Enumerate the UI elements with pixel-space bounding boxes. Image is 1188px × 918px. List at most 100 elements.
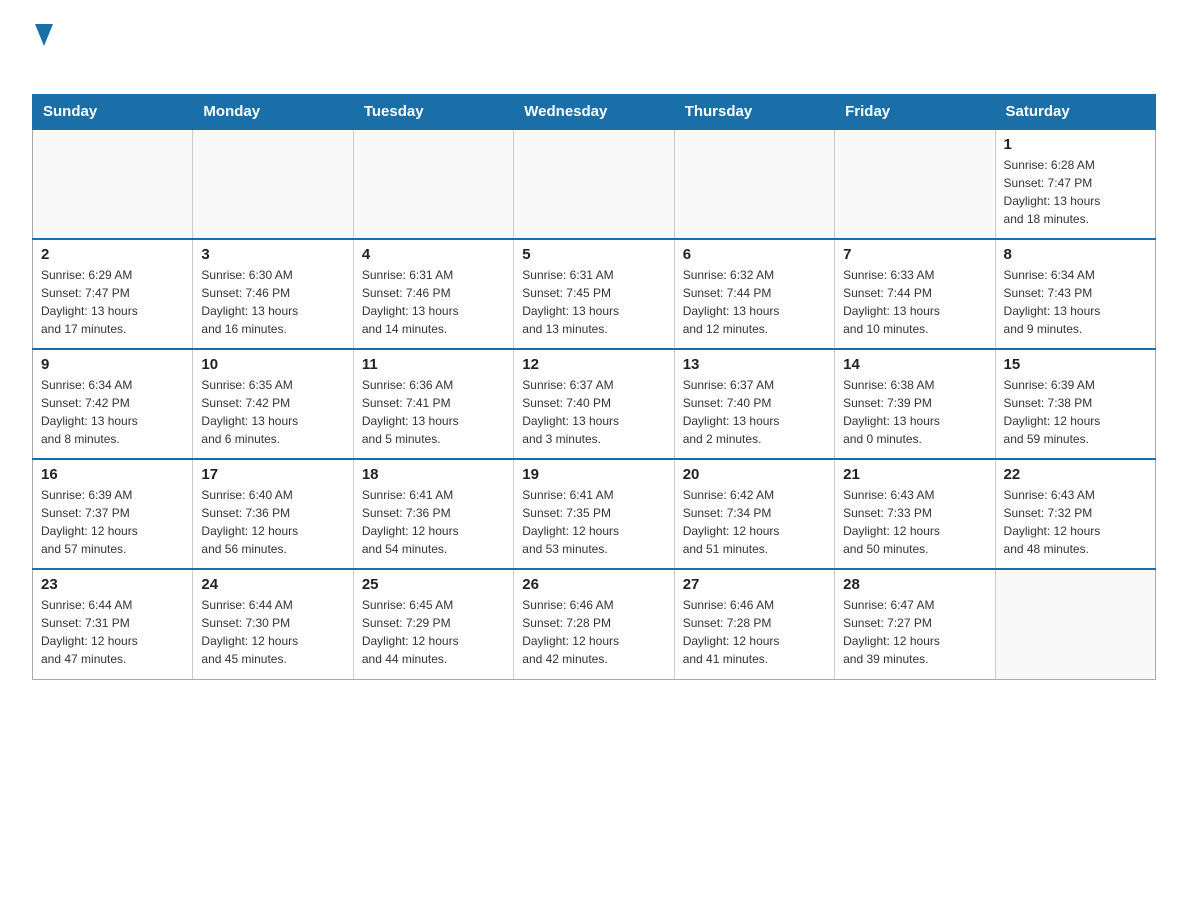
day-info: Sunrise: 6:28 AMSunset: 7:47 PMDaylight:… xyxy=(1004,156,1147,228)
calendar-cell: 5 Sunrise: 6:31 AMSunset: 7:45 PMDaylight… xyxy=(514,239,674,349)
day-info: Sunrise: 6:45 AMSunset: 7:29 PMDaylight:… xyxy=(362,596,505,668)
calendar-cell: 28 Sunrise: 6:47 AMSunset: 7:27 PMDayligh… xyxy=(835,569,995,679)
day-info: Sunrise: 6:41 AMSunset: 7:36 PMDaylight:… xyxy=(362,486,505,558)
day-info: Sunrise: 6:46 AMSunset: 7:28 PMDaylight:… xyxy=(522,596,665,668)
weekday-header-sunday: Sunday xyxy=(33,95,193,130)
day-info: Sunrise: 6:36 AMSunset: 7:41 PMDaylight:… xyxy=(362,376,505,448)
day-number: 16 xyxy=(41,466,184,483)
day-number: 14 xyxy=(843,356,986,373)
day-info: Sunrise: 6:30 AMSunset: 7:46 PMDaylight:… xyxy=(201,266,344,338)
day-number: 22 xyxy=(1004,466,1147,483)
day-number: 5 xyxy=(522,246,665,263)
day-number: 7 xyxy=(843,246,986,263)
calendar-cell xyxy=(995,569,1155,679)
day-info: Sunrise: 6:31 AMSunset: 7:46 PMDaylight:… xyxy=(362,266,505,338)
calendar-cell: 12Sunrise: 6:37 AMSunset: 7:40 PMDayligh… xyxy=(514,349,674,459)
day-info: Sunrise: 6:32 AMSunset: 7:44 PMDaylight:… xyxy=(683,266,826,338)
day-number: 23 xyxy=(41,576,184,593)
page-header xyxy=(32,24,1156,78)
weekday-header-wednesday: Wednesday xyxy=(514,95,674,130)
day-info: Sunrise: 6:37 AMSunset: 7:40 PMDaylight:… xyxy=(683,376,826,448)
day-number: 19 xyxy=(522,466,665,483)
weekday-header-friday: Friday xyxy=(835,95,995,130)
day-info: Sunrise: 6:29 AMSunset: 7:47 PMDaylight:… xyxy=(41,266,184,338)
calendar-cell: 3 Sunrise: 6:30 AMSunset: 7:46 PMDaylight… xyxy=(193,239,353,349)
calendar-cell: 2 Sunrise: 6:29 AMSunset: 7:47 PMDaylight… xyxy=(33,239,193,349)
calendar-cell: 20Sunrise: 6:42 AMSunset: 7:34 PMDayligh… xyxy=(674,459,834,569)
weekday-header-tuesday: Tuesday xyxy=(353,95,513,130)
day-number: 10 xyxy=(201,356,344,373)
day-number: 9 xyxy=(41,356,184,373)
day-number: 28 xyxy=(843,576,986,593)
calendar-cell: 17 Sunrise: 6:40 AMSunset: 7:36 PMDayligh… xyxy=(193,459,353,569)
day-number: 4 xyxy=(362,246,505,263)
day-info: Sunrise: 6:39 AMSunset: 7:37 PMDaylight:… xyxy=(41,486,184,558)
day-number: 21 xyxy=(843,466,986,483)
calendar-cell: 25 Sunrise: 6:45 AMSunset: 7:29 PMDayligh… xyxy=(353,569,513,679)
day-info: Sunrise: 6:46 AMSunset: 7:28 PMDaylight:… xyxy=(683,596,826,668)
calendar-cell: 6 Sunrise: 6:32 AMSunset: 7:44 PMDaylight… xyxy=(674,239,834,349)
weekday-header-monday: Monday xyxy=(193,95,353,130)
day-info: Sunrise: 6:38 AMSunset: 7:39 PMDaylight:… xyxy=(843,376,986,448)
day-number: 24 xyxy=(201,576,344,593)
calendar-week-row: 1 Sunrise: 6:28 AMSunset: 7:47 PMDaylight… xyxy=(33,129,1156,239)
day-info: Sunrise: 6:44 AMSunset: 7:30 PMDaylight:… xyxy=(201,596,344,668)
calendar-table: SundayMondayTuesdayWednesdayThursdayFrid… xyxy=(32,94,1156,680)
calendar-header-row: SundayMondayTuesdayWednesdayThursdayFrid… xyxy=(33,95,1156,130)
calendar-cell xyxy=(353,129,513,239)
day-info: Sunrise: 6:40 AMSunset: 7:36 PMDaylight:… xyxy=(201,486,344,558)
calendar-cell: 8 Sunrise: 6:34 AMSunset: 7:43 PMDaylight… xyxy=(995,239,1155,349)
day-number: 3 xyxy=(201,246,344,263)
calendar-cell: 21 Sunrise: 6:43 AMSunset: 7:33 PMDayligh… xyxy=(835,459,995,569)
day-info: Sunrise: 6:41 AMSunset: 7:35 PMDaylight:… xyxy=(522,486,665,558)
day-number: 27 xyxy=(683,576,826,593)
calendar-cell: 19 Sunrise: 6:41 AMSunset: 7:35 PMDayligh… xyxy=(514,459,674,569)
calendar-cell: 26 Sunrise: 6:46 AMSunset: 7:28 PMDayligh… xyxy=(514,569,674,679)
calendar-cell: 15Sunrise: 6:39 AMSunset: 7:38 PMDayligh… xyxy=(995,349,1155,459)
day-number: 17 xyxy=(201,466,344,483)
calendar-cell: 7 Sunrise: 6:33 AMSunset: 7:44 PMDaylight… xyxy=(835,239,995,349)
calendar-cell: 11 Sunrise: 6:36 AMSunset: 7:41 PMDayligh… xyxy=(353,349,513,459)
calendar-cell: 13Sunrise: 6:37 AMSunset: 7:40 PMDayligh… xyxy=(674,349,834,459)
calendar-week-row: 9 Sunrise: 6:34 AMSunset: 7:42 PMDaylight… xyxy=(33,349,1156,459)
day-info: Sunrise: 6:39 AMSunset: 7:38 PMDaylight:… xyxy=(1004,376,1147,448)
calendar-cell: 4 Sunrise: 6:31 AMSunset: 7:46 PMDaylight… xyxy=(353,239,513,349)
day-number: 2 xyxy=(41,246,184,263)
logo xyxy=(32,24,53,78)
day-number: 18 xyxy=(362,466,505,483)
day-info: Sunrise: 6:31 AMSunset: 7:45 PMDaylight:… xyxy=(522,266,665,338)
calendar-cell: 18 Sunrise: 6:41 AMSunset: 7:36 PMDayligh… xyxy=(353,459,513,569)
calendar-cell: 1 Sunrise: 6:28 AMSunset: 7:47 PMDaylight… xyxy=(995,129,1155,239)
day-number: 20 xyxy=(683,466,826,483)
day-number: 26 xyxy=(522,576,665,593)
day-info: Sunrise: 6:33 AMSunset: 7:44 PMDaylight:… xyxy=(843,266,986,338)
day-number: 12 xyxy=(522,356,665,373)
calendar-week-row: 16 Sunrise: 6:39 AMSunset: 7:37 PMDayligh… xyxy=(33,459,1156,569)
calendar-cell xyxy=(33,129,193,239)
calendar-cell xyxy=(674,129,834,239)
calendar-cell: 24 Sunrise: 6:44 AMSunset: 7:30 PMDayligh… xyxy=(193,569,353,679)
calendar-cell: 14 Sunrise: 6:38 AMSunset: 7:39 PMDayligh… xyxy=(835,349,995,459)
calendar-cell xyxy=(514,129,674,239)
weekday-header-thursday: Thursday xyxy=(674,95,834,130)
day-number: 25 xyxy=(362,576,505,593)
calendar-week-row: 2 Sunrise: 6:29 AMSunset: 7:47 PMDaylight… xyxy=(33,239,1156,349)
day-number: 8 xyxy=(1004,246,1147,263)
calendar-cell: 10 Sunrise: 6:35 AMSunset: 7:42 PMDayligh… xyxy=(193,349,353,459)
weekday-header-saturday: Saturday xyxy=(995,95,1155,130)
day-info: Sunrise: 6:34 AMSunset: 7:42 PMDaylight:… xyxy=(41,376,184,448)
calendar-cell xyxy=(193,129,353,239)
day-info: Sunrise: 6:47 AMSunset: 7:27 PMDaylight:… xyxy=(843,596,986,668)
day-number: 11 xyxy=(362,356,505,373)
day-info: Sunrise: 6:43 AMSunset: 7:33 PMDaylight:… xyxy=(843,486,986,558)
day-number: 6 xyxy=(683,246,826,263)
day-info: Sunrise: 6:34 AMSunset: 7:43 PMDaylight:… xyxy=(1004,266,1147,338)
calendar-cell: 9 Sunrise: 6:34 AMSunset: 7:42 PMDaylight… xyxy=(33,349,193,459)
calendar-week-row: 23Sunrise: 6:44 AMSunset: 7:31 PMDayligh… xyxy=(33,569,1156,679)
day-number: 1 xyxy=(1004,136,1147,153)
day-info: Sunrise: 6:35 AMSunset: 7:42 PMDaylight:… xyxy=(201,376,344,448)
day-info: Sunrise: 6:43 AMSunset: 7:32 PMDaylight:… xyxy=(1004,486,1147,558)
calendar-cell: 16 Sunrise: 6:39 AMSunset: 7:37 PMDayligh… xyxy=(33,459,193,569)
logo-arrow-icon xyxy=(35,24,53,46)
calendar-cell xyxy=(835,129,995,239)
